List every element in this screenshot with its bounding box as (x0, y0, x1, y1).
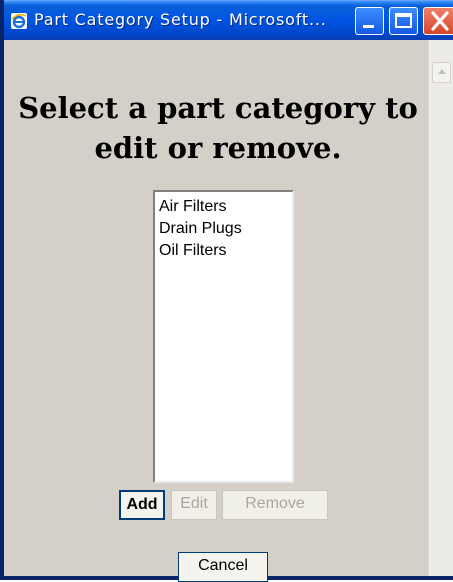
remove-button[interactable]: Remove (222, 490, 328, 520)
internet-explorer-icon (10, 12, 28, 30)
minimize-icon (363, 25, 374, 28)
add-button[interactable]: Add (119, 490, 165, 520)
chevron-up-icon (438, 69, 446, 74)
vertical-scrollbar[interactable] (428, 40, 453, 576)
list-item[interactable]: Oil Filters (159, 240, 227, 262)
list-item[interactable]: Air Filters (159, 196, 227, 218)
page-heading: Select a part category to edit or remove… (18, 91, 418, 165)
maximize-icon (395, 13, 412, 28)
scroll-up-button[interactable] (432, 62, 451, 83)
title-bar[interactable]: Part Category Setup - Microsoft... (4, 0, 453, 40)
category-listbox[interactable]: Air Filters Drain Plugs Oil Filters (153, 190, 294, 483)
maximize-button[interactable] (389, 7, 418, 35)
edit-button[interactable]: Edit (171, 490, 217, 520)
close-button[interactable] (423, 7, 453, 35)
page-content: Select a part category to edit or remove… (8, 40, 428, 582)
browser-window: Part Category Setup - Microsoft... Selec… (0, 0, 453, 582)
minimize-button[interactable] (355, 7, 384, 35)
cancel-button[interactable]: Cancel (178, 552, 268, 582)
window-title: Part Category Setup - Microsoft... (34, 10, 327, 29)
list-item[interactable]: Drain Plugs (159, 218, 242, 240)
